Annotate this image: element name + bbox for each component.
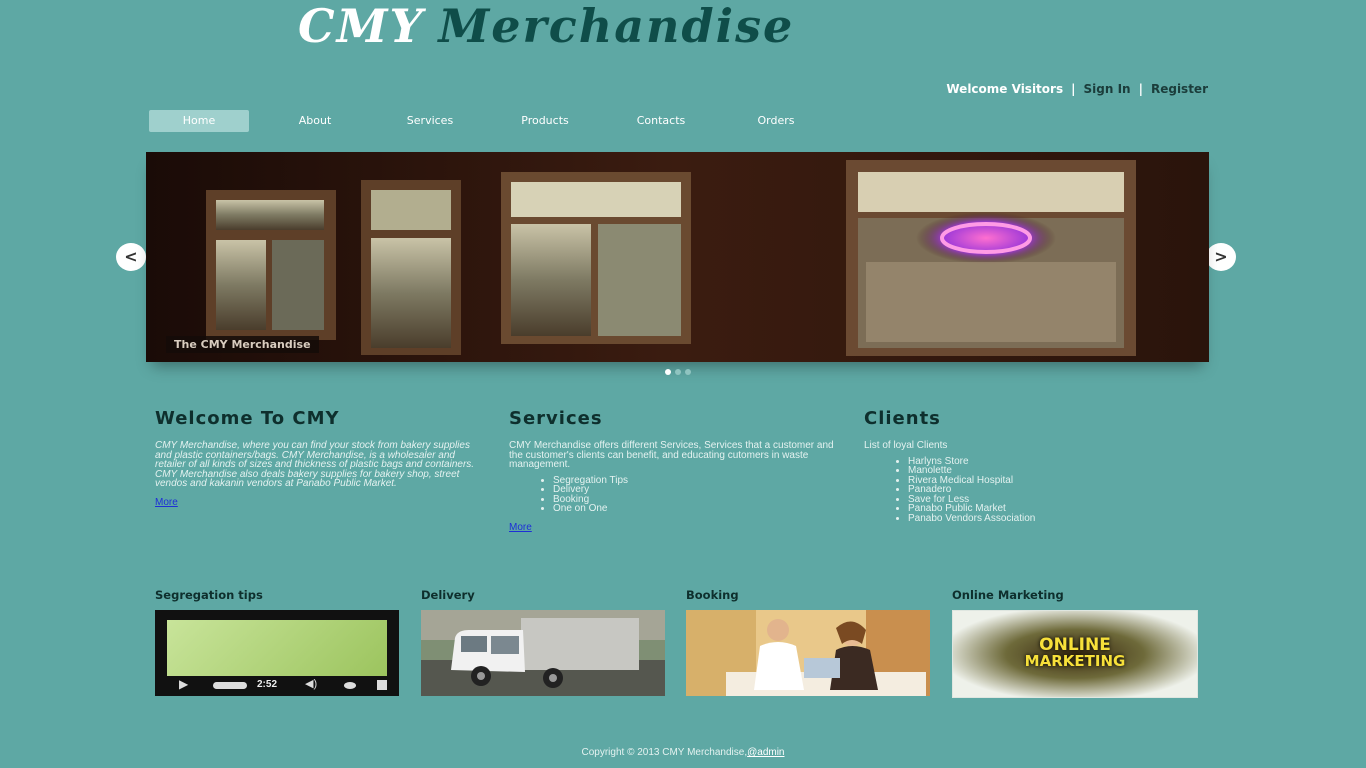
fullscreen-icon[interactable] (377, 680, 387, 690)
storefront-image (146, 152, 1209, 362)
settings-icon[interactable] (344, 682, 356, 689)
video-player[interactable]: ▶ 2:52 ◀) (155, 610, 399, 696)
sign-in-link[interactable]: Sign In (1084, 82, 1131, 96)
footer: Copyright © 2013 CMY Merchandise,@admin (0, 747, 1366, 758)
welcome-text: CMY Merchandise, where you can find your… (155, 440, 475, 489)
tile-title: Segregation tips (155, 588, 263, 602)
tile-booking: Booking (686, 588, 931, 696)
services-section: Services CMY Merchandise offers differen… (509, 408, 839, 535)
welcome-more-link[interactable]: More (155, 497, 178, 508)
clients-intro: List of loyal Clients (864, 440, 948, 451)
separator: | (1071, 82, 1076, 96)
image-slider: The CMY Merchandise (146, 152, 1209, 362)
image-text-marketing: MARKETING (1024, 652, 1126, 670)
delivery-truck-image (421, 610, 665, 696)
list-item: Delivery (553, 485, 839, 495)
video-time: 2:52 (257, 679, 278, 690)
nav-item-products[interactable]: Products (495, 110, 595, 132)
progress-bar[interactable] (213, 682, 247, 689)
online-marketing-image: ONLINE MARKETING (952, 610, 1198, 698)
clients-heading: Clients (864, 408, 941, 429)
tile-title: Delivery (421, 588, 475, 602)
slider-prev-button[interactable]: < (116, 243, 146, 271)
welcome-section: Welcome To CMY CMY Merchandise, where yo… (155, 408, 485, 510)
tile-segregation-tips: Segregation tips ▶ 2:52 ◀) (155, 588, 400, 696)
slider-dots (665, 362, 695, 380)
user-links: Welcome Visitors | Sign In | Register (946, 82, 1208, 96)
volume-icon[interactable]: ◀) (305, 677, 317, 690)
play-icon[interactable]: ▶ (179, 677, 188, 691)
list-item: One on One (553, 504, 839, 514)
nav-item-about[interactable]: About (265, 110, 365, 132)
slider-next-button[interactable]: > (1206, 243, 1236, 271)
slider-dot-1[interactable] (665, 369, 671, 375)
image-text-online: ONLINE (1039, 635, 1111, 655)
logo-word-cmy: CMY (298, 0, 425, 53)
services-list: Segregation Tips Delivery Booking One on… (509, 475, 839, 514)
slider-caption: The CMY Merchandise (166, 336, 319, 353)
nav-item-contacts[interactable]: Contacts (611, 110, 711, 132)
online-marketing-text: ONLINE MARKETING (953, 635, 1197, 670)
list-item: Segregation Tips (553, 475, 839, 486)
slider-dot-3[interactable] (685, 369, 691, 375)
logo-word-merchandise: Merchandise (438, 0, 795, 53)
welcome-heading: Welcome To CMY (155, 408, 340, 429)
video-frame (167, 620, 387, 676)
tile-delivery: Delivery (421, 588, 666, 696)
nav-item-home[interactable]: Home (149, 110, 249, 132)
slider-dot-2[interactable] (675, 369, 681, 375)
clients-section: Clients List of loyal Clients Harlyns St… (864, 408, 1194, 523)
separator: | (1138, 82, 1143, 96)
nav-item-services[interactable]: Services (380, 110, 480, 132)
admin-link[interactable]: @admin (747, 747, 784, 758)
register-link[interactable]: Register (1151, 82, 1208, 96)
site-logo: CMY Merchandise (298, 0, 1058, 52)
services-text: CMY Merchandise offers different Service… (509, 440, 834, 470)
services-more-link[interactable]: More (509, 522, 532, 533)
tile-title: Online Marketing (952, 588, 1064, 602)
booking-image (686, 610, 930, 696)
clients-list: Harlyns Store Manolette Rivera Medical H… (864, 456, 1194, 524)
tile-online-marketing: Online Marketing ONLINE MARKETING (952, 588, 1198, 698)
welcome-visitors-text: Welcome Visitors (946, 82, 1064, 96)
copyright-text: Copyright © 2013 CMY Merchandise, (581, 747, 748, 758)
nav-item-orders[interactable]: Orders (726, 110, 826, 132)
services-heading: Services (509, 408, 603, 429)
tile-title: Booking (686, 588, 739, 602)
list-item: Panabo Vendors Association (908, 513, 1194, 524)
